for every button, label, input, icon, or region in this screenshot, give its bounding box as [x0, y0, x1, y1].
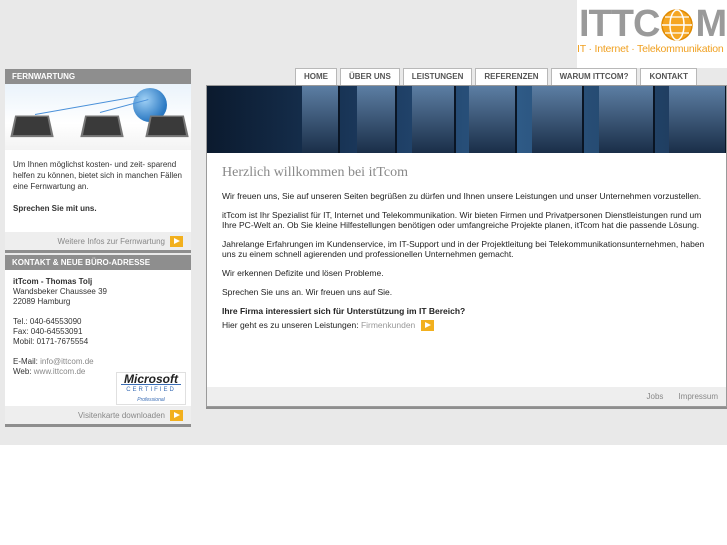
main-content-panel: Herzlich willkommen bei itTcom Wir freue…: [206, 85, 727, 407]
laptop-graphic: [80, 115, 124, 138]
server-room-banner: [207, 86, 726, 153]
microsoft-wordmark: Microsoft: [124, 372, 178, 386]
box-divider: [5, 424, 191, 427]
globe-icon: [661, 9, 693, 41]
kontakt-details: itTcom - Thomas Tolj Wandsbeker Chaussee…: [5, 270, 191, 406]
contact-paragraph: Sprechen Sie uns an. Wir freuen uns auf …: [222, 287, 393, 297]
nav-tab-referenzen[interactable]: REFERENZEN: [475, 68, 548, 86]
main-footer: Jobs Impressum: [207, 387, 726, 406]
experience-paragraph: Jahrelange Erfahrungen im Kundenservice,…: [222, 239, 705, 259]
email-link[interactable]: info@ittcom.de: [40, 357, 93, 366]
fernwartung-box: FERNWARTUNG Um Ihnen möglichst kosten- u…: [5, 69, 191, 253]
footer-link-impressum[interactable]: Impressum: [678, 392, 718, 401]
firmenkunden-link[interactable]: Firmenkunden: [361, 320, 415, 330]
fernwartung-heading: FERNWARTUNG: [5, 69, 191, 84]
professional-label: Professional: [137, 397, 165, 403]
web-label: Web:: [13, 367, 32, 376]
question-text: Ihre Firma interessiert sich für Unterst…: [222, 306, 466, 316]
main-navigation: HOME ÜBER UNS LEISTUNGEN REFERENZEN WARU…: [295, 68, 697, 86]
kontakt-box: KONTAKT & NEUE BÜRO-ADRESSE itTcom - Tho…: [5, 255, 191, 427]
email-label: E-Mail:: [13, 357, 38, 366]
fernwartung-cta: Sprechen Sie mit uns.: [13, 204, 97, 213]
certified-label: CERTIFIED: [121, 384, 181, 395]
fernwartung-link-label[interactable]: Weitere Infos zur Fernwartung: [58, 237, 165, 246]
visitenkarte-download-link[interactable]: Visitenkarte downloaden: [5, 406, 191, 424]
main-bottom-divider: [206, 407, 727, 409]
welcome-content: Herzlich willkommen bei itTcom Wir freue…: [207, 153, 726, 332]
solutions-paragraph: Wir erkennen Defizite und lösen Probleme…: [222, 268, 384, 278]
nav-tab-kontakt[interactable]: KONTAKT: [640, 68, 697, 86]
arrow-right-icon[interactable]: [170, 409, 183, 421]
ittcom-logo[interactable]: ITTC M IT · Internet · Telekommunikation: [577, 0, 727, 68]
server-rack-graphic: [302, 86, 340, 153]
laptop-graphic: [145, 115, 189, 138]
server-rack-graphic: [669, 86, 726, 153]
fernwartung-description: Um Ihnen möglichst kosten- und zeit- spa…: [13, 160, 182, 191]
server-rack-graphic: [469, 86, 517, 153]
remote-maintenance-image: [5, 84, 191, 150]
nav-tab-home[interactable]: HOME: [295, 68, 337, 86]
server-rack-graphic: [357, 86, 397, 153]
address-city: 22089 Hamburg: [13, 297, 71, 306]
about-paragraph: itTcom ist Ihr Spezialist für IT, Intern…: [222, 210, 702, 230]
phone-number: Tel.: 040-64553090: [13, 317, 82, 326]
address-street: Wandsbeker Chaussee 39: [13, 287, 107, 296]
fax-number: Fax: 040-64553091: [13, 327, 83, 336]
arrow-right-icon[interactable]: [170, 235, 183, 247]
server-rack-graphic: [532, 86, 584, 153]
web-link[interactable]: www.ittcom.de: [34, 367, 86, 376]
nav-tab-leistungen[interactable]: LEISTUNGEN: [402, 68, 473, 86]
kontakt-heading: KONTAKT & NEUE BÜRO-ADRESSE: [5, 255, 191, 270]
nav-tab-ueber-uns[interactable]: ÜBER UNS: [340, 68, 400, 86]
visitenkarte-link-label[interactable]: Visitenkarte downloaden: [78, 411, 165, 420]
fernwartung-more-link[interactable]: Weitere Infos zur Fernwartung: [5, 232, 191, 250]
company-name: itTcom - Thomas Tolj: [13, 277, 93, 286]
mobile-number: Mobil: 0171-7675554: [13, 337, 89, 346]
page-title: Herzlich willkommen bei itTcom: [222, 165, 409, 180]
logo-wordmark: ITTC M: [579, 3, 727, 45]
microsoft-certified-badge: Microsoft CERTIFIED Professional: [116, 372, 186, 405]
box-divider: [5, 250, 191, 253]
nav-tab-warum-ittcom[interactable]: WARUM ITTCOM?: [550, 68, 638, 86]
fernwartung-text: Um Ihnen möglichst kosten- und zeit- spa…: [5, 150, 191, 232]
footer-link-jobs[interactable]: Jobs: [647, 392, 664, 401]
server-rack-graphic: [412, 86, 456, 153]
arrow-right-icon[interactable]: [420, 320, 434, 332]
lead-text: Hier geht es zu unseren Leistungen:: [222, 320, 359, 330]
server-rack-graphic: [599, 86, 655, 153]
logo-tagline: IT · Internet · Telekommunikation: [577, 43, 724, 55]
laptop-graphic: [10, 115, 54, 138]
intro-paragraph: Wir freuen uns, Sie auf unseren Seiten b…: [222, 191, 702, 201]
